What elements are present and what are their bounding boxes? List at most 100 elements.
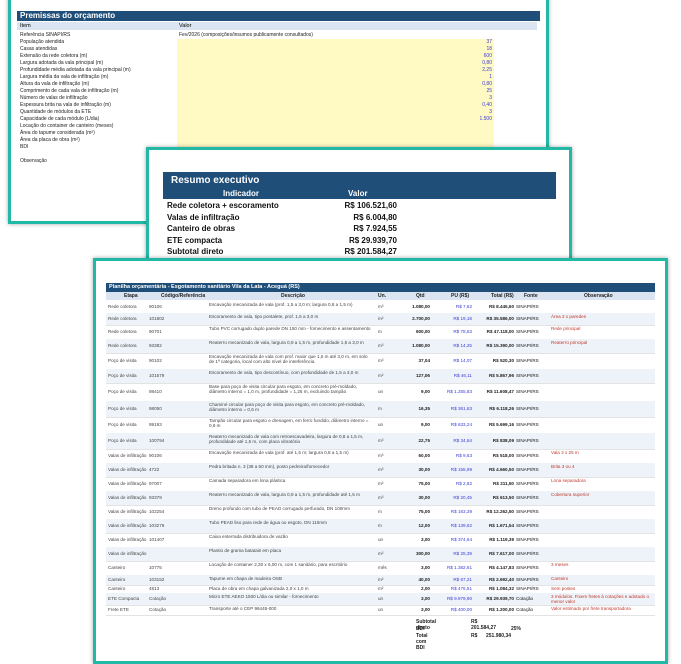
resumo-row: ETE compacta R$ 29.939,70 xyxy=(163,235,556,246)
premissas-row-value-cell[interactable]: 0,40 xyxy=(177,102,494,109)
premissas-row-value-cell[interactable] xyxy=(177,123,494,130)
premissas-header-row: Item Valor xyxy=(17,22,537,30)
premissas-row: Capacidade de cada módulo (L/dia) 1.500 xyxy=(17,116,537,123)
premissas-row-value-cell[interactable]: 0,80 xyxy=(177,81,494,88)
premissas-row-label: Largura média da vala de infiltração (m) xyxy=(20,74,109,80)
table-row[interactable]: Poço de visita 99193 Tampão circular para … xyxy=(106,417,655,434)
table-row[interactable]: Frete ETE Cotação Transporte até o CEP 964… xyxy=(106,605,655,616)
table-row[interactable]: Valas de infiltração 102254 Dreno profundo… xyxy=(106,505,655,520)
premissas-row-value-cell[interactable]: Fev/2026 (composições/insumos publicamen… xyxy=(177,32,494,39)
cell-fonte: SINAPI/RS xyxy=(516,316,539,322)
table-row[interactable]: Poço de visita 98410 Base para poço de vis… xyxy=(106,383,655,402)
cell-cod: 103152 xyxy=(149,577,165,583)
table-row[interactable]: Canteiro 10775 Locação de container 2,30 x… xyxy=(106,561,655,576)
premissas-row-value-cell[interactable]: 0,80 xyxy=(177,60,494,67)
premissas-row-value-cell[interactable]: 37 xyxy=(177,39,494,46)
cell-etapa: Valas de infiltração xyxy=(108,537,147,543)
resumo-row-label: ETE compacta xyxy=(167,235,223,245)
cell-desc: Pedra britada n. 3 (38 a 50 mm), posto p… xyxy=(209,463,330,469)
cell-un: m² xyxy=(378,373,384,379)
cell-obs: Lona separadora xyxy=(551,477,586,483)
table-row[interactable]: Valas de infiltração 101407 Caixa enterrad… xyxy=(106,533,655,548)
cell-qtd: 3,00 xyxy=(421,565,430,571)
cell-fonte: SINAPI/RS xyxy=(516,389,539,395)
table-row[interactable]: Valas de infiltração Plantio de grama bat… xyxy=(106,547,655,562)
cell-desc: Reaterro mecanizado de vala com retroesc… xyxy=(209,433,364,445)
cell-un: m² xyxy=(378,551,384,557)
cell-fonte: SINAPI/RS xyxy=(516,523,539,529)
premissas-row-value-cell[interactable]: 18 xyxy=(177,46,494,53)
col-codigo: Código/Referência xyxy=(161,293,206,299)
premissas-row-value-cell[interactable] xyxy=(177,130,494,137)
premissas-row-value-cell[interactable]: 3 xyxy=(177,109,494,116)
cell-cod: 90701 xyxy=(149,329,162,335)
cell-desc: Tubo PEAD liso para rede de água ou esgo… xyxy=(209,519,327,525)
cell-fonte: Cotação xyxy=(516,607,534,613)
premissas-row-value-cell[interactable]: 3 xyxy=(177,95,494,102)
cell-total: R$ 5.867,96 xyxy=(488,373,514,379)
premissas-row-value: 18 xyxy=(486,46,492,52)
cell-pu: R$ 155,99 xyxy=(450,467,472,473)
table-row[interactable]: Poço de visita 90102 Escavação mecanizada … xyxy=(106,353,655,370)
resumo-row-value: R$ 7.924,55 xyxy=(353,224,397,233)
table-row[interactable]: Valas de infiltração 93379 Reaterro mecani… xyxy=(106,491,655,506)
premissas-row-label: Área do tapume considerada (m²) xyxy=(20,130,95,136)
cell-fonte: SINAPI/RS xyxy=(516,551,539,557)
col-un: Un. xyxy=(378,293,387,299)
cell-qtd: 75,00 xyxy=(418,509,431,515)
cell-cod: 93382 xyxy=(149,343,162,349)
cell-pu: R$ 19,18 xyxy=(453,316,472,322)
subtotal-value: R$ 201.584,27 xyxy=(471,619,497,631)
premissas-row-value: 0,80 xyxy=(482,60,492,66)
premissas-row-label: Profundidade média adotada da vala princ… xyxy=(20,67,131,73)
cell-qtd: 9,00 xyxy=(421,422,430,428)
cell-total: R$ 11.608,47 xyxy=(486,389,514,395)
cell-fonte: SINAPI/RS xyxy=(516,537,539,543)
cell-cod: 93379 xyxy=(149,495,162,501)
col-indicador: Indicador xyxy=(223,189,260,198)
cell-desc: Escavação mecanizada de vala (prof. 1,5 … xyxy=(209,301,353,307)
cell-cod: Cotação xyxy=(149,596,167,602)
cell-obs: Valor estimado por frete transportadora xyxy=(551,605,631,611)
resumo-row-value: R$ 201.584,27 xyxy=(344,247,398,256)
cell-qtd: 9,00 xyxy=(421,389,430,395)
premissas-row-value-cell[interactable]: 600 xyxy=(177,53,494,60)
premissas-row-value-cell[interactable]: 2,25 xyxy=(177,67,494,74)
premissas-row-value-cell[interactable] xyxy=(177,137,494,144)
cell-cod: 100794 xyxy=(149,438,165,444)
cell-desc: Caixa enterrada distribuidora de vazão xyxy=(209,533,288,539)
cell-un: un xyxy=(378,607,384,613)
table-row[interactable]: Valas de infiltração 103276 Tubo PEAD liso… xyxy=(106,519,655,534)
table-row[interactable]: Poço de visita 101579 Escoramento de vala,… xyxy=(106,369,655,384)
cell-obs: Rede principal xyxy=(551,325,581,331)
cell-etapa: Valas de infiltração xyxy=(108,509,147,515)
cell-etapa: Canteiro xyxy=(108,577,126,583)
table-row[interactable]: Rede coletora 90701 Tubo PVC corrugado dup… xyxy=(106,325,655,340)
cell-pu: R$ 633,24 xyxy=(450,422,472,428)
table-row[interactable]: Valas de infiltração 90106 Escavação mecan… xyxy=(106,449,655,464)
cell-cod: 90102 xyxy=(149,358,162,364)
cell-etapa: ETE Compacta xyxy=(108,596,140,602)
table-row[interactable]: Poço de visita 100794 Reaterro mecanizado … xyxy=(106,433,655,450)
cell-total: R$ 47.118,00 xyxy=(486,329,514,335)
table-row[interactable]: Poço de visita 98050 Chaminé circular para… xyxy=(106,401,655,418)
premissas-row-value-cell[interactable]: 1 xyxy=(177,74,494,81)
cell-cod: 101579 xyxy=(149,373,165,379)
table-row[interactable]: Valas de infiltração 4722 Pedra britada n.… xyxy=(106,463,655,478)
premissas-row-label: Casas atendidas xyxy=(20,46,58,52)
cell-desc: Escavação mecanizada de vala com prof. m… xyxy=(209,353,368,365)
cell-un: m² xyxy=(378,577,384,583)
cell-pu: R$ 34,64 xyxy=(453,438,472,444)
premissas-row-value: 3 xyxy=(489,109,492,115)
cell-un: m² xyxy=(378,481,384,487)
cell-obs: Reaterro principal xyxy=(551,339,588,345)
cell-etapa: Canteiro xyxy=(108,586,126,592)
table-row[interactable]: Rede coletora 93382 Reaterro mecanizado de… xyxy=(106,339,655,354)
cell-cod: 98410 xyxy=(149,389,162,395)
premissas-row-value-cell[interactable]: 1.500 xyxy=(177,116,494,123)
premissas-row-value-cell[interactable]: 25 xyxy=(177,88,494,95)
premissas-row-value: 25 xyxy=(486,88,492,94)
cell-cod: 4722 xyxy=(149,467,160,473)
cell-total: R$ 1.200,00 xyxy=(488,607,514,613)
table-row[interactable]: Valas de infiltração 97007 Camada separado… xyxy=(106,477,655,492)
